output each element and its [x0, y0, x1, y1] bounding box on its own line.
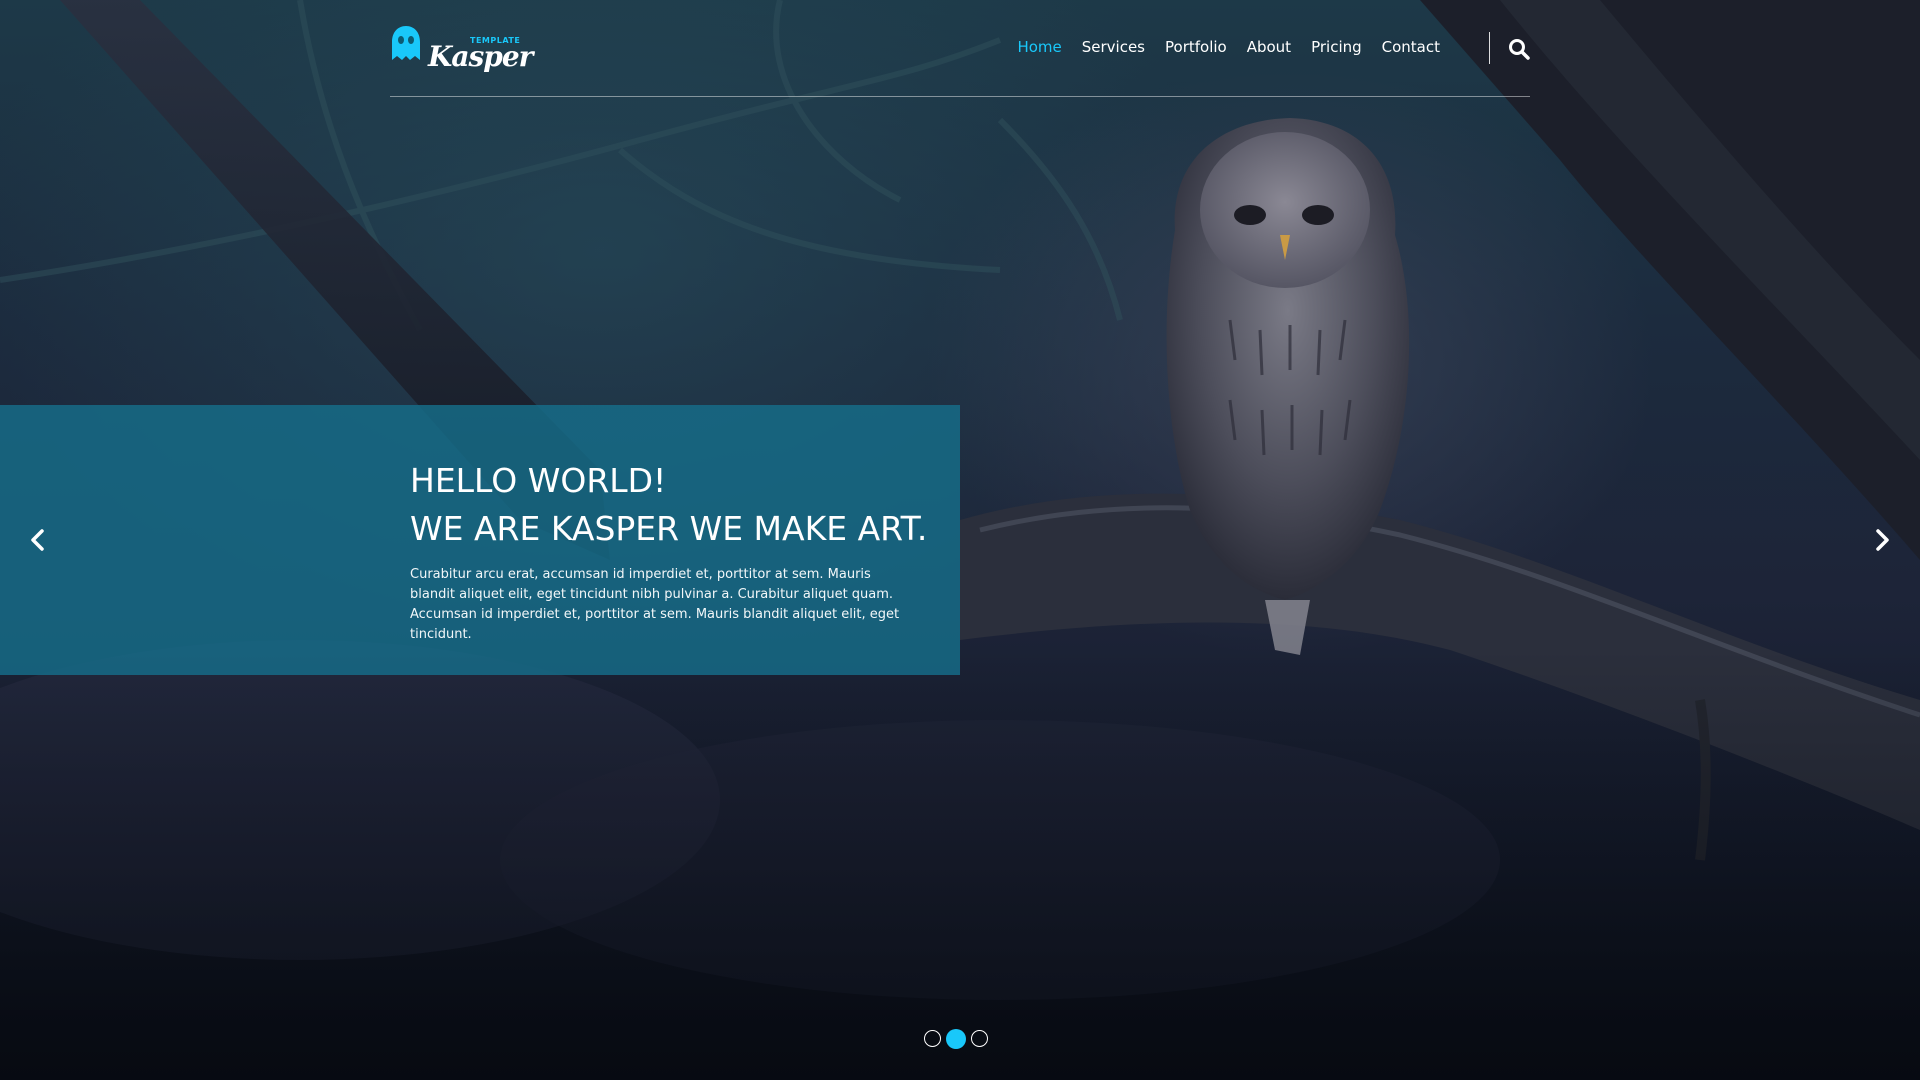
chevron-right-icon[interactable] — [1870, 528, 1894, 552]
slide-title-line1: HELLO WORLD! — [410, 461, 667, 500]
slide-title: HELLO WORLD! WE ARE KASPER WE MAKE ART. — [410, 457, 950, 553]
chevron-left-icon[interactable] — [26, 528, 50, 552]
carousel-dot-2[interactable] — [946, 1028, 966, 1049]
nav-item-services[interactable]: Services — [1072, 38, 1155, 56]
kasper-logo[interactable]: TEMPLATE Kasper — [390, 26, 533, 73]
ghost-icon — [392, 26, 420, 60]
nav-item-contact[interactable]: Contact — [1372, 38, 1450, 56]
slide-caption-panel: HELLO WORLD! WE ARE KASPER WE MAKE ART. … — [0, 405, 960, 675]
carousel-dot-1[interactable] — [924, 1030, 941, 1047]
search-icon[interactable] — [1508, 38, 1530, 60]
main-nav: Home Services Portfolio About Pricing Co… — [1007, 38, 1450, 56]
slide-title-line2: WE ARE KASPER WE MAKE ART. — [410, 509, 928, 548]
logo-wordmark: Kasper — [428, 40, 533, 73]
nav-divider — [1489, 32, 1490, 64]
nav-item-home[interactable]: Home — [1007, 38, 1071, 56]
site-header: TEMPLATE Kasper Home Services Portfolio … — [390, 0, 1530, 97]
hero-section: TEMPLATE Kasper Home Services Portfolio … — [0, 0, 1920, 1080]
carousel-dot-3[interactable] — [971, 1030, 988, 1047]
nav-item-portfolio[interactable]: Portfolio — [1155, 38, 1237, 56]
carousel-indicators — [924, 1028, 988, 1049]
slide-description: Curabitur arcu erat, accumsan id imperdi… — [410, 567, 900, 642]
nav-item-pricing[interactable]: Pricing — [1301, 38, 1372, 56]
nav-item-about[interactable]: About — [1237, 38, 1301, 56]
